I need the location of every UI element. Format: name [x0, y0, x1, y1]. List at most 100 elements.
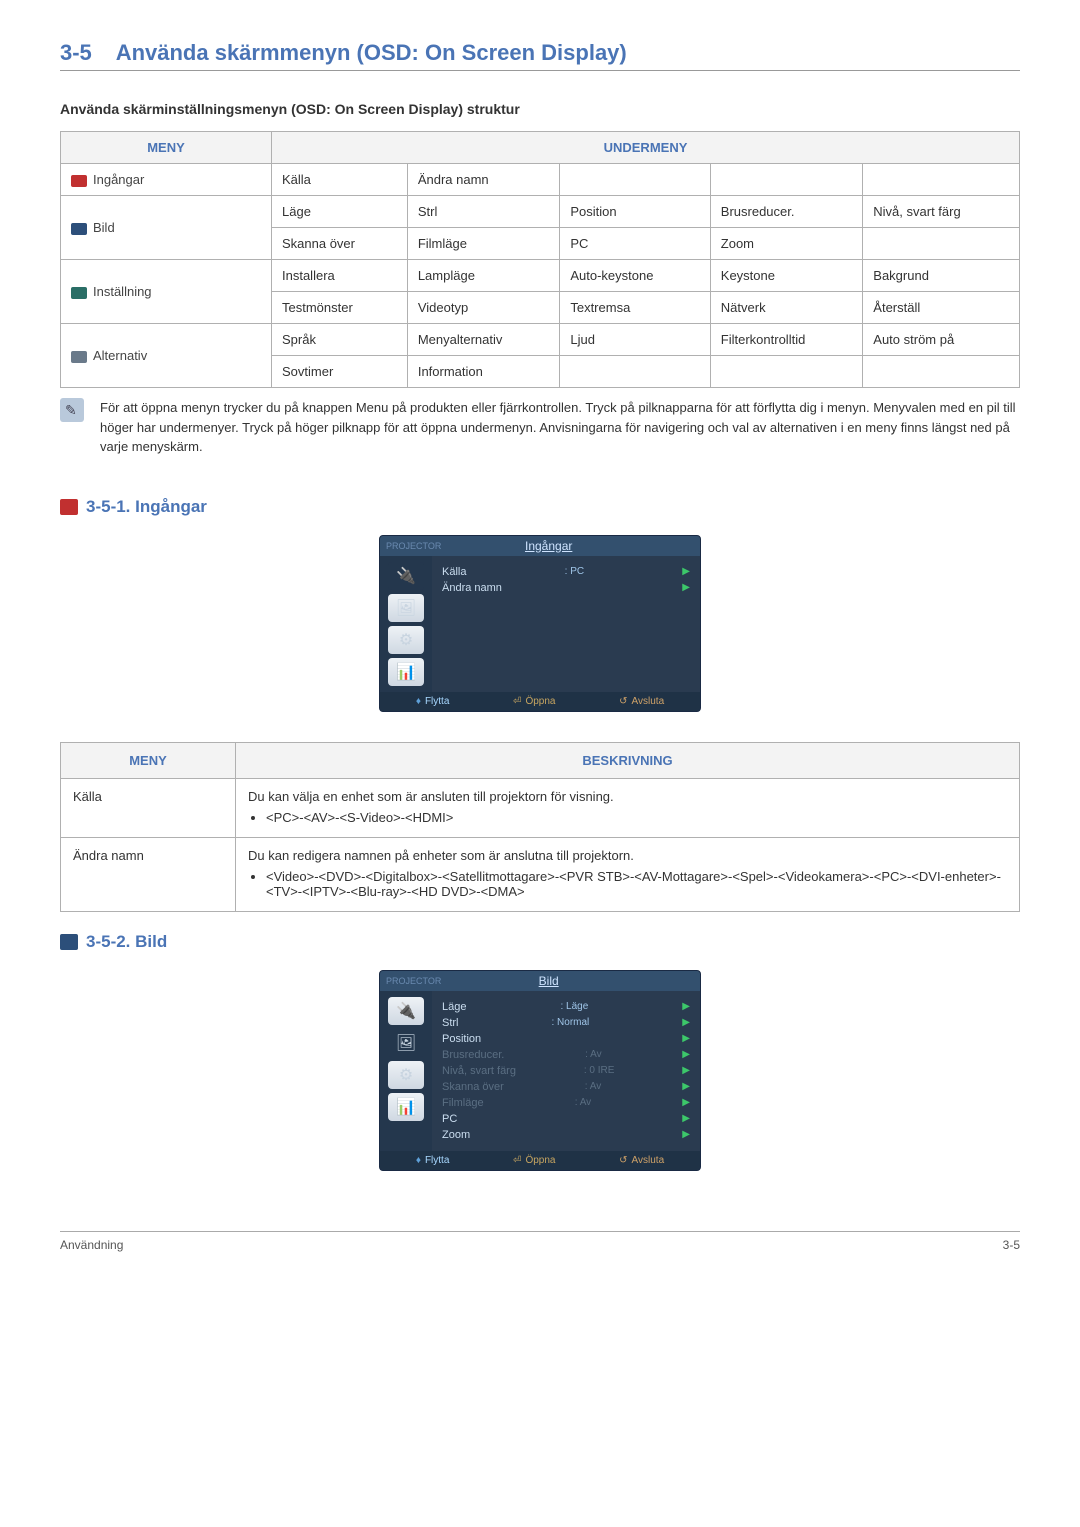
osd-row[interactable]: Zoom ▶	[442, 1127, 690, 1143]
enter-icon: ⏎	[513, 696, 521, 707]
cell: Ändra namn	[407, 164, 560, 196]
cell: Position	[560, 196, 710, 228]
osd-tab-alternativ-icon[interactable]: 📊	[388, 658, 424, 686]
osd-tab-ingangar-icon[interactable]: 🔌	[388, 562, 424, 590]
cell: Filterkontrolltid	[710, 324, 863, 356]
osd-row-label: Filmläge	[442, 1097, 484, 1109]
osd-row-label: Nivå, svart färg	[442, 1065, 516, 1077]
cell: Textremsa	[560, 292, 710, 324]
osd-tab-installning-icon[interactable]: ⚙	[388, 1061, 424, 1089]
cell	[560, 356, 710, 388]
note-block: För att öppna menyn trycker du på knappe…	[60, 398, 1020, 457]
menu-alternativ-label: Alternativ	[93, 348, 147, 363]
note-icon	[60, 398, 84, 422]
page-title-row: 3-5 Använda skärmmenyn (OSD: On Screen D…	[60, 40, 1020, 71]
cell: Läge	[272, 196, 408, 228]
chevron-right-icon: ▶	[682, 1129, 690, 1140]
osd-row-label: Ändra namn	[442, 582, 502, 594]
cell: Återställ	[863, 292, 1020, 324]
desc-row-label: Ändra namn	[61, 837, 236, 911]
th-beskrivning: BESKRIVNING	[236, 742, 1020, 778]
osd-row-value: : 0 IRE	[584, 1065, 615, 1076]
chevron-right-icon: ▶	[682, 582, 690, 593]
cell	[560, 164, 710, 196]
osd-row-andra-namn[interactable]: Ändra namn ▶	[442, 580, 690, 596]
osd-hint-move: ♦ Flytta	[416, 696, 450, 707]
bild-icon	[60, 934, 78, 950]
osd-projector-label: PROJECTOR	[380, 976, 447, 986]
osd-row-label: Källa	[442, 566, 466, 578]
cell: PC	[560, 228, 710, 260]
move-icon: ♦	[416, 696, 421, 707]
desc-row-body: Du kan redigera namnen på enheter som är…	[236, 837, 1020, 911]
osd-row-label: Brusreducer.	[442, 1049, 504, 1061]
section-352-head: 3-5-2. Bild	[60, 932, 1020, 952]
desc-row-body: Du kan välja en enhet som är ansluten ti…	[236, 778, 1020, 837]
osd-row[interactable]: PC▶	[442, 1111, 690, 1127]
osd-tab-installning-icon[interactable]: ⚙	[388, 626, 424, 654]
osd-title: Bild	[447, 974, 650, 988]
footer-right: 3-5	[1003, 1238, 1020, 1252]
cell	[863, 164, 1020, 196]
menu-alternativ: Alternativ	[61, 324, 272, 388]
osd-row-value: : Av	[575, 1097, 592, 1108]
osd-tab-bild-icon[interactable]: 🖼	[388, 1029, 424, 1057]
osd-row-label: Skanna över	[442, 1081, 504, 1093]
section-351-title: 3-5-1. Ingångar	[86, 497, 207, 517]
move-icon: ♦	[416, 1155, 421, 1166]
chevron-right-icon: ▶	[682, 1001, 690, 1012]
osd-tab-ingangar-icon[interactable]: 🔌	[388, 997, 424, 1025]
section-352-title: 3-5-2. Bild	[86, 932, 167, 952]
osd-hint-move-label: Flytta	[425, 696, 449, 707]
alternativ-icon	[71, 351, 87, 363]
ingangar-icon	[71, 175, 87, 187]
osd-row-label: Zoom	[442, 1129, 470, 1141]
osd-footer: ♦Flytta ⏎Öppna ↺Avsluta	[380, 1151, 700, 1170]
chevron-right-icon: ▶	[682, 1049, 690, 1060]
osd-row-label: Läge	[442, 1001, 466, 1013]
osd-hint-exit-label: Avsluta	[632, 1155, 665, 1166]
cell	[710, 356, 863, 388]
osd-tab-bild-icon[interactable]: 🖼	[388, 594, 424, 622]
ingangar-icon	[60, 499, 78, 515]
structure-heading: Använda skärminställningsmenyn (OSD: On …	[60, 101, 1020, 117]
osd-projector-label: PROJECTOR	[380, 541, 447, 551]
cell: Strl	[407, 196, 560, 228]
osd-hint-move-label: Flytta	[425, 1155, 449, 1166]
osd-hint-open-label: Öppna	[525, 696, 555, 707]
cell: Sovtimer	[272, 356, 408, 388]
section-title: Använda skärmmenyn (OSD: On Screen Displ…	[116, 40, 627, 65]
osd-ingangar: PROJECTOR Ingångar 🔌 🖼 ⚙ 📊 Källa : PC ▶ …	[379, 535, 701, 712]
cell: Videotyp	[407, 292, 560, 324]
osd-row[interactable]: Strl: Normal▶	[442, 1015, 690, 1031]
note-text: För att öppna menyn trycker du på knappe…	[100, 398, 1020, 457]
osd-row-label: Position	[442, 1033, 481, 1045]
osd-main: Läge: Läge▶Strl: Normal▶Position▶Brusred…	[432, 991, 700, 1151]
osd-row[interactable]: Skanna över: Av▶	[442, 1079, 690, 1095]
return-icon: ↺	[619, 696, 627, 707]
osd-row[interactable]: Brusreducer.: Av▶	[442, 1047, 690, 1063]
cell: Lampläge	[407, 260, 560, 292]
menu-installning: Inställning	[61, 260, 272, 324]
osd-tab-alternativ-icon[interactable]: 📊	[388, 1093, 424, 1121]
cell	[710, 164, 863, 196]
osd-hint-exit-label: Avsluta	[632, 696, 665, 707]
osd-row[interactable]: Filmläge: Av▶	[442, 1095, 690, 1111]
osd-row[interactable]: Position▶	[442, 1031, 690, 1047]
osd-row[interactable]: Läge: Läge▶	[442, 999, 690, 1015]
osd-bild: PROJECTOR Bild 🔌 🖼 ⚙ 📊 Läge: Läge▶Strl: …	[379, 970, 701, 1171]
osd-row-kalla[interactable]: Källa : PC ▶	[442, 564, 690, 580]
desc-row-label: Källa	[61, 778, 236, 837]
desc-row-text: Du kan redigera namnen på enheter som är…	[248, 848, 1007, 863]
desc-row-bullet: <Video>-<DVD>-<Digitalbox>-<Satellitmott…	[266, 869, 1007, 899]
osd-row-label: PC	[442, 1113, 457, 1125]
section-number: 3-5	[60, 40, 92, 65]
bild-icon	[71, 223, 87, 235]
osd-row-value: : Normal	[552, 1017, 590, 1028]
chevron-right-icon: ▶	[682, 1065, 690, 1076]
cell: Bakgrund	[863, 260, 1020, 292]
cell: Ljud	[560, 324, 710, 356]
osd-hint-open-label: Öppna	[525, 1155, 555, 1166]
osd-row[interactable]: Nivå, svart färg : 0 IRE ▶	[442, 1063, 690, 1079]
osd-main: Källa : PC ▶ Ändra namn ▶	[432, 556, 700, 692]
